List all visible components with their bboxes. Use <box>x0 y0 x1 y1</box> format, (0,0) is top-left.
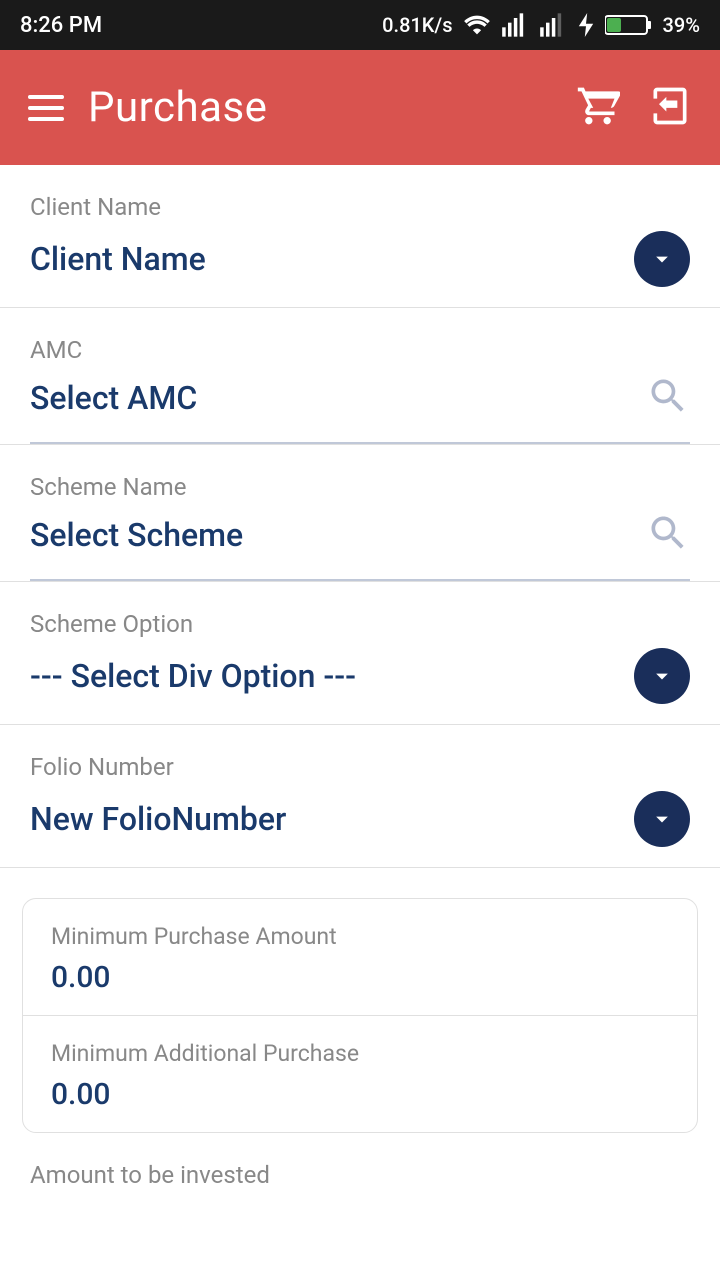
chevron-down-icon <box>648 245 676 273</box>
cart-button[interactable] <box>576 84 620 132</box>
amount-label: Amount to be invested <box>0 1133 720 1189</box>
signal-icon <box>501 13 529 37</box>
app-bar: Purchase <box>0 50 720 165</box>
scheme-option-value[interactable]: --- Select Div Option --- <box>30 657 356 695</box>
battery-pct: 39% <box>663 13 700 37</box>
app-bar-right <box>576 84 692 132</box>
client-name-value: Client Name <box>30 240 206 278</box>
min-additional-row: Minimum Additional Purchase 0.00 <box>23 1015 697 1132</box>
amc-underline <box>30 442 690 444</box>
time-display: 8:26 PM <box>20 13 102 38</box>
menu-button[interactable] <box>28 95 64 121</box>
status-bar: 8:26 PM 0.81K/s 39% <box>0 0 720 50</box>
scheme-option-row: --- Select Div Option --- <box>30 648 690 724</box>
folio-number-row: New FolioNumber <box>30 791 690 867</box>
app-bar-left: Purchase <box>28 83 267 132</box>
min-purchase-value: 0.00 <box>51 960 669 995</box>
scheme-option-section: Scheme Option --- Select Div Option --- <box>0 582 720 725</box>
scheme-underline <box>30 579 690 581</box>
client-name-dropdown[interactable] <box>634 231 690 287</box>
client-name-label: Client Name <box>30 193 690 221</box>
page-title: Purchase <box>88 83 267 132</box>
network-speed: 0.81K/s <box>382 13 452 37</box>
amc-section: AMC Select AMC <box>0 308 720 445</box>
status-indicators: 0.81K/s 39% <box>382 13 700 37</box>
amc-search-button[interactable] <box>646 374 690 422</box>
battery-icon <box>605 13 653 37</box>
chevron-down-icon <box>648 662 676 690</box>
client-name-row: Client Name <box>30 231 690 307</box>
logout-icon <box>648 84 692 128</box>
search-icon <box>646 511 690 555</box>
chevron-down-icon <box>648 805 676 833</box>
wifi-icon <box>463 13 491 37</box>
folio-number-section: Folio Number New FolioNumber <box>0 725 720 868</box>
scheme-option-label: Scheme Option <box>30 610 690 638</box>
scheme-name-label: Scheme Name <box>30 473 690 501</box>
min-purchase-row: Minimum Purchase Amount 0.00 <box>23 899 697 1015</box>
min-additional-label: Minimum Additional Purchase <box>51 1040 669 1067</box>
scheme-option-dropdown[interactable] <box>634 648 690 704</box>
charging-icon <box>577 13 595 37</box>
logout-button[interactable] <box>648 84 692 132</box>
min-purchase-label: Minimum Purchase Amount <box>51 923 669 950</box>
scheme-name-value[interactable]: Select Scheme <box>30 516 243 554</box>
scheme-search-button[interactable] <box>646 511 690 559</box>
info-card: Minimum Purchase Amount 0.00 Minimum Add… <box>22 898 698 1133</box>
scheme-name-section: Scheme Name Select Scheme <box>0 445 720 582</box>
client-name-section: Client Name Client Name <box>0 165 720 308</box>
folio-number-label: Folio Number <box>30 753 690 781</box>
signal2-icon <box>539 13 567 37</box>
folio-number-value[interactable]: New FolioNumber <box>30 800 286 838</box>
search-icon <box>646 374 690 418</box>
amc-row: Select AMC <box>30 374 690 442</box>
min-additional-value: 0.00 <box>51 1077 669 1112</box>
main-content: Client Name Client Name AMC Select AMC S… <box>0 165 720 1280</box>
scheme-name-row: Select Scheme <box>30 511 690 579</box>
cart-icon <box>576 84 620 128</box>
amc-label: AMC <box>30 336 690 364</box>
amc-value[interactable]: Select AMC <box>30 379 197 417</box>
folio-number-dropdown[interactable] <box>634 791 690 847</box>
